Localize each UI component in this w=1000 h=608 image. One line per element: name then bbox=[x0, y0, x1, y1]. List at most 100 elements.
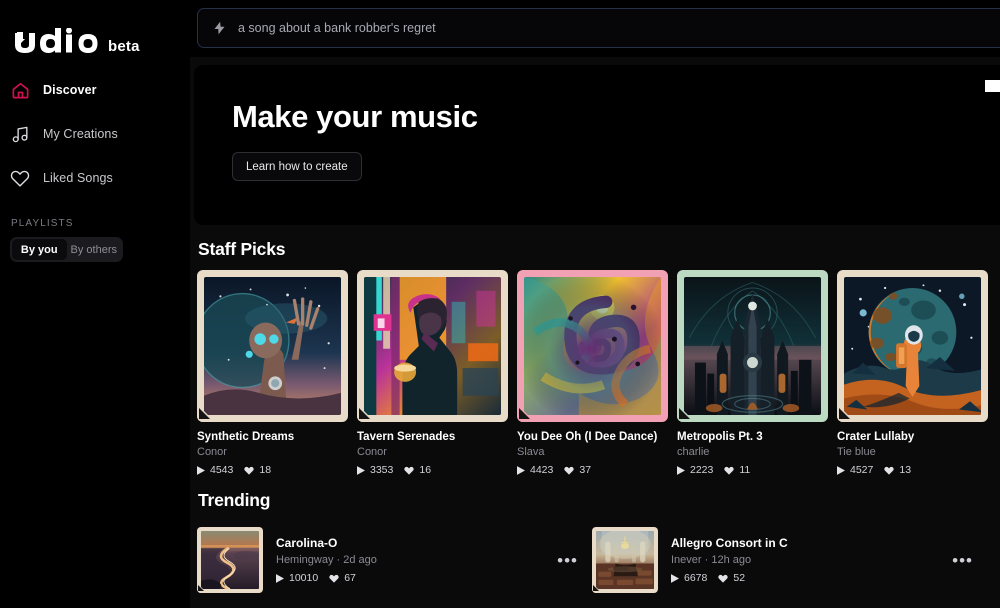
separator: · bbox=[337, 554, 341, 566]
trending-row[interactable]: Allegro Consort in C Inever · 12h ago 66… bbox=[592, 521, 987, 599]
heart-filled-icon bbox=[329, 574, 339, 583]
like-count: 52 bbox=[718, 572, 745, 584]
song-artist: Conor bbox=[197, 446, 348, 458]
heart-filled-icon bbox=[884, 466, 894, 475]
play-count: 2223 bbox=[677, 464, 713, 476]
trending-section: Trending bbox=[194, 476, 1000, 599]
sidebar: beta Discover My Cre bbox=[0, 0, 190, 608]
like-count-value: 16 bbox=[419, 464, 431, 476]
heart-filled-icon bbox=[244, 466, 254, 475]
play-icon bbox=[671, 574, 679, 583]
play-icon bbox=[276, 574, 284, 583]
song-title: Metropolis Pt. 3 bbox=[677, 431, 828, 443]
song-stats: 10010 67 bbox=[276, 572, 544, 584]
song-artwork-frame[interactable] bbox=[517, 270, 668, 422]
staff-picks-title: Staff Picks bbox=[194, 225, 1000, 270]
like-count: 16 bbox=[404, 464, 431, 476]
play-icon bbox=[677, 466, 685, 475]
song-stats: 3353 16 bbox=[357, 464, 508, 476]
hero-content: Make your music Learn how to create bbox=[194, 65, 1000, 181]
main-content: a song about a bank robber's regret bbox=[190, 0, 1000, 608]
lightning-bolt-icon bbox=[212, 19, 227, 37]
song-artist: Inever bbox=[671, 554, 702, 566]
udio-wordmark-icon bbox=[11, 28, 103, 58]
song-artwork-frame[interactable] bbox=[197, 270, 348, 422]
play-count: 6678 bbox=[671, 572, 707, 584]
beta-badge: beta bbox=[108, 38, 140, 58]
heart-filled-icon bbox=[564, 466, 574, 475]
song-artist: Hemingway bbox=[276, 554, 333, 566]
separator: · bbox=[705, 554, 709, 566]
like-count: 18 bbox=[244, 464, 271, 476]
scroll-area: Make your music Learn how to create Staf… bbox=[190, 65, 1000, 608]
play-icon bbox=[197, 466, 205, 475]
song-artist: charlie bbox=[677, 446, 828, 458]
trending-meta: Carolina-O Hemingway · 2d ago 10010 bbox=[276, 536, 544, 584]
playlist-filter-toggle: By you By others bbox=[10, 237, 123, 262]
song-artwork-frame[interactable] bbox=[357, 270, 508, 422]
song-card[interactable]: Tavern Serenades Conor 3353 16 bbox=[357, 270, 508, 476]
sidebar-item-label: Liked Songs bbox=[43, 171, 113, 185]
song-artwork-frame[interactable] bbox=[592, 527, 658, 593]
home-icon bbox=[10, 80, 30, 100]
song-timestamp: 2d ago bbox=[343, 554, 377, 566]
song-title: Carolina-O bbox=[276, 536, 544, 550]
play-count-value: 4423 bbox=[530, 464, 553, 476]
play-count-value: 3353 bbox=[370, 464, 393, 476]
song-card[interactable]: Metropolis Pt. 3 charlie 2223 11 bbox=[677, 270, 828, 476]
like-count: 11 bbox=[724, 464, 750, 476]
like-count: 37 bbox=[564, 464, 591, 476]
folded-corner-icon bbox=[592, 577, 608, 593]
filter-by-others[interactable]: By others bbox=[67, 239, 122, 260]
trending-row[interactable]: Carolina-O Hemingway · 2d ago 10010 bbox=[197, 521, 592, 599]
more-options-button[interactable]: ••• bbox=[557, 552, 592, 569]
play-count: 10010 bbox=[276, 572, 318, 584]
app-root: beta Discover My Cre bbox=[0, 0, 1000, 608]
filter-by-you[interactable]: By you bbox=[12, 239, 67, 260]
sidebar-item-my-creations[interactable]: My Creations bbox=[0, 112, 190, 156]
song-subtitle: Hemingway · 2d ago bbox=[276, 554, 544, 566]
like-count-value: 67 bbox=[344, 572, 356, 584]
song-card[interactable]: You Dee Oh (I Dee Dance) Slava 4423 37 bbox=[517, 270, 668, 476]
like-count: 13 bbox=[884, 464, 911, 476]
sidebar-nav: Discover My Creations Liked Songs bbox=[0, 68, 190, 200]
hero-banner: Make your music Learn how to create bbox=[194, 65, 1000, 225]
play-count: 4543 bbox=[197, 464, 233, 476]
prompt-value: a song about a bank robber's regret bbox=[238, 21, 436, 35]
song-subtitle: Inever · 12h ago bbox=[671, 554, 939, 566]
like-count-value: 52 bbox=[733, 572, 745, 584]
like-count-value: 13 bbox=[899, 464, 911, 476]
song-title: Crater Lullaby bbox=[837, 431, 988, 443]
sidebar-item-liked-songs[interactable]: Liked Songs bbox=[0, 156, 190, 200]
like-count-value: 18 bbox=[259, 464, 271, 476]
song-artist: Conor bbox=[357, 446, 508, 458]
astronaut-moon-artwork bbox=[844, 277, 981, 415]
brand-logo[interactable]: beta bbox=[0, 0, 190, 58]
sidebar-item-label: My Creations bbox=[43, 127, 118, 141]
trending-title: Trending bbox=[194, 476, 1000, 521]
prompt-input[interactable]: a song about a bank robber's regret bbox=[197, 8, 1000, 48]
heart-filled-icon bbox=[724, 466, 734, 475]
song-stats: 4527 13 bbox=[837, 464, 988, 476]
song-card[interactable]: Crater Lullaby Tie blue 4527 13 bbox=[837, 270, 988, 476]
song-artwork-frame[interactable] bbox=[837, 270, 988, 422]
play-count-value: 10010 bbox=[289, 572, 318, 584]
playlists-section-header: PLAYLISTS bbox=[0, 200, 190, 237]
play-icon bbox=[357, 466, 365, 475]
song-stats: 2223 11 bbox=[677, 464, 828, 476]
play-icon bbox=[517, 466, 525, 475]
song-stats: 4543 18 bbox=[197, 464, 348, 476]
song-card[interactable]: Synthetic Dreams Conor 4543 18 bbox=[197, 270, 348, 476]
trending-list: Carolina-O Hemingway · 2d ago 10010 bbox=[194, 521, 1000, 599]
song-title: You Dee Oh (I Dee Dance) bbox=[517, 431, 668, 443]
learn-how-to-create-button[interactable]: Learn how to create bbox=[232, 152, 362, 181]
song-title: Allegro Consort in C bbox=[671, 536, 939, 550]
song-artwork-frame[interactable] bbox=[197, 527, 263, 593]
song-title: Synthetic Dreams bbox=[197, 431, 348, 443]
more-options-button[interactable]: ••• bbox=[952, 552, 987, 569]
sidebar-item-discover[interactable]: Discover bbox=[0, 68, 190, 112]
song-artwork-frame[interactable] bbox=[677, 270, 828, 422]
song-timestamp: 12h ago bbox=[711, 554, 751, 566]
play-count: 4423 bbox=[517, 464, 553, 476]
sidebar-item-label: Discover bbox=[43, 83, 97, 97]
